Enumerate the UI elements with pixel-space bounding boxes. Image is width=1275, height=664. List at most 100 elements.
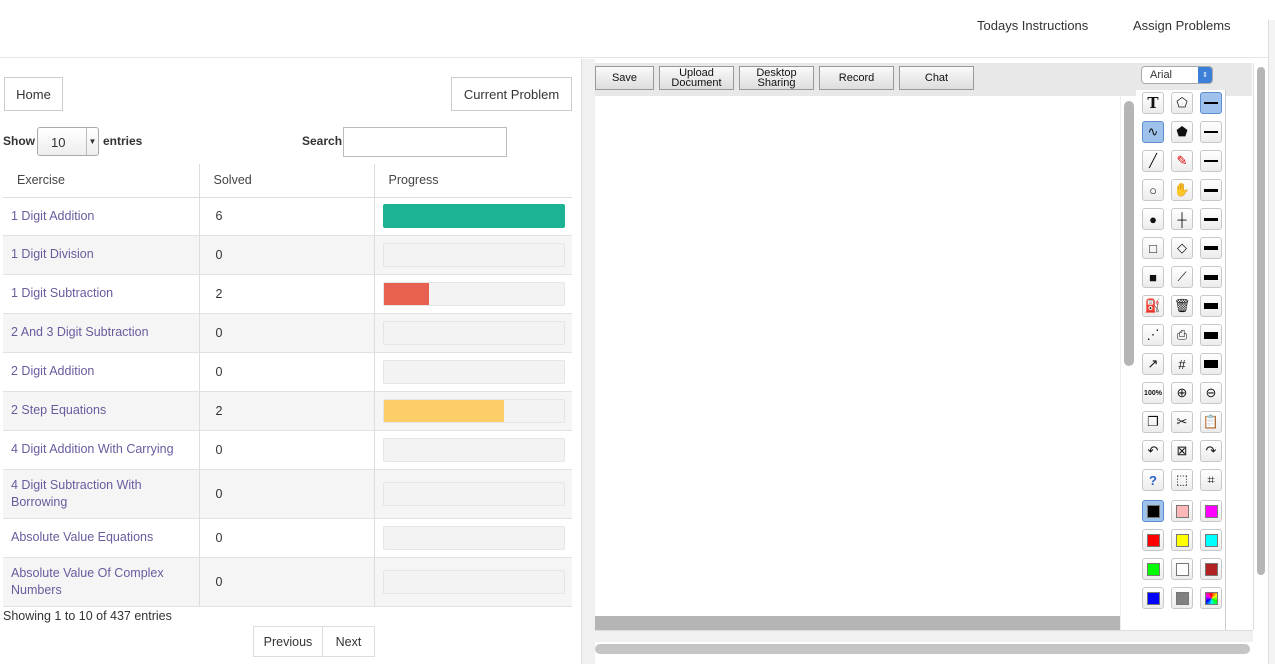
line-weight-6-icon[interactable] xyxy=(1200,237,1222,259)
scroll-thumb[interactable] xyxy=(1257,67,1265,575)
record-button[interactable]: Record xyxy=(819,66,894,90)
column-header-solved[interactable]: Solved xyxy=(199,164,375,198)
dotted-line-icon[interactable]: ⋰ xyxy=(1142,324,1164,346)
color-swatch-fill xyxy=(1146,591,1160,605)
color-swatch[interactable] xyxy=(1171,529,1193,551)
color-swatch[interactable] xyxy=(1142,500,1164,522)
line-weight-2-icon[interactable] xyxy=(1200,121,1222,143)
text-icon[interactable]: T xyxy=(1142,92,1164,114)
exercise-link[interactable]: 4 Digit Subtraction With Borrowing xyxy=(11,477,199,511)
color-swatch-fill xyxy=(1175,591,1189,605)
panel-divider[interactable] xyxy=(581,59,595,664)
current-problem-button[interactable]: Current Problem xyxy=(451,77,572,111)
color-swatch[interactable] xyxy=(1142,587,1164,609)
chat-button[interactable]: Chat xyxy=(899,66,974,90)
pentagon-outline-icon[interactable]: ⬠ xyxy=(1171,92,1193,114)
pentagon-filled-icon[interactable]: ⬟ xyxy=(1171,121,1193,143)
exercise-link[interactable]: 1 Digit Division xyxy=(11,246,199,263)
copy-icon[interactable]: ❐ xyxy=(1142,411,1164,433)
desktop-sharing-button[interactable]: Desktop Sharing xyxy=(739,66,814,90)
upload-document-button[interactable]: Upload Document xyxy=(659,66,734,90)
exercise-link[interactable]: 1 Digit Subtraction xyxy=(11,285,199,302)
line-weight-5-icon[interactable] xyxy=(1200,208,1222,230)
color-swatch[interactable] xyxy=(1200,500,1222,522)
canvas-vertical-scrollbar[interactable] xyxy=(1120,96,1136,630)
grid-icon[interactable]: # xyxy=(1171,353,1193,375)
zoom-out-icon[interactable]: ⊖ xyxy=(1200,382,1222,404)
zoom-100-icon[interactable]: 100% xyxy=(1142,382,1164,404)
crop-icon[interactable]: ⌗ xyxy=(1200,469,1222,491)
scroll-thumb[interactable] xyxy=(1124,101,1134,366)
color-swatch[interactable] xyxy=(1142,558,1164,580)
select-icon[interactable]: ⬚ xyxy=(1171,469,1193,491)
todays-instructions-link[interactable]: Todays Instructions xyxy=(977,18,1088,33)
circle-outline-icon[interactable]: ○ xyxy=(1142,179,1164,201)
exercise-link[interactable]: 4 Digit Addition With Carrying xyxy=(11,441,199,458)
canvas-horizontal-scrollbar[interactable] xyxy=(595,616,1120,630)
printer-icon[interactable]: ⎙ xyxy=(1171,324,1193,346)
line-weight-9-icon[interactable] xyxy=(1200,324,1222,346)
color-swatch[interactable] xyxy=(1200,587,1222,609)
zoom-in-icon[interactable]: ⊕ xyxy=(1171,382,1193,404)
exercise-link[interactable]: 1 Digit Addition xyxy=(11,208,199,225)
whiteboard-horizontal-scrollbar[interactable] xyxy=(595,644,1250,654)
exercise-link[interactable]: Absolute Value Equations xyxy=(11,529,199,546)
rectangle-filled-icon[interactable]: ■ xyxy=(1142,266,1164,288)
hand-icon[interactable]: ✋ xyxy=(1171,179,1193,201)
solved-count: 0 xyxy=(215,486,223,501)
save-button[interactable]: Save xyxy=(595,66,654,90)
clear-icon[interactable]: ⊠ xyxy=(1171,440,1193,462)
line-weight-8-icon[interactable] xyxy=(1200,295,1222,317)
color-swatch[interactable] xyxy=(1171,558,1193,580)
line-icon[interactable]: ╱ xyxy=(1142,150,1164,172)
column-header-progress[interactable]: Progress xyxy=(374,164,572,198)
exercise-link[interactable]: 2 And 3 Digit Subtraction xyxy=(11,324,199,341)
progress-bar xyxy=(382,437,565,462)
eyedropper-icon[interactable]: ⟋ xyxy=(1171,266,1193,288)
assign-problems-link[interactable]: Assign Problems xyxy=(1133,18,1231,33)
line-weight-sample xyxy=(1204,102,1218,104)
paste-icon[interactable]: 📋 xyxy=(1200,411,1222,433)
color-swatch[interactable] xyxy=(1142,529,1164,551)
column-header-exercise[interactable]: Exercise xyxy=(3,164,200,198)
marker-icon[interactable]: ✎ xyxy=(1171,150,1193,172)
arrow-icon[interactable]: ↗ xyxy=(1142,353,1164,375)
drawing-canvas[interactable] xyxy=(595,96,1120,616)
redo-icon[interactable]: ↷ xyxy=(1200,440,1222,462)
solved-count: 0 xyxy=(215,325,223,340)
curve-icon[interactable]: ∿ xyxy=(1142,121,1164,143)
color-swatch[interactable] xyxy=(1200,558,1222,580)
search-input[interactable] xyxy=(343,127,507,157)
table-row: 1 Digit Addition 6 xyxy=(3,197,572,236)
line-weight-1-icon[interactable] xyxy=(1200,92,1222,114)
exercise-link[interactable]: Absolute Value Of Complex Numbers xyxy=(11,565,199,599)
font-select[interactable]: Arial ⇕ xyxy=(1141,66,1213,84)
line-weight-10-icon[interactable] xyxy=(1200,353,1222,375)
crosshair-icon[interactable]: ┼ xyxy=(1171,208,1193,230)
whiteboard-vertical-scrollbar[interactable] xyxy=(1253,63,1267,630)
progress-cell xyxy=(374,352,572,392)
exercise-link[interactable]: 2 Digit Addition xyxy=(11,363,199,380)
entries-select[interactable]: 10 ▼ xyxy=(37,127,99,156)
home-button[interactable]: Home xyxy=(4,77,63,111)
circle-filled-icon[interactable]: ● xyxy=(1142,208,1164,230)
exercise-link[interactable]: 2 Step Equations xyxy=(11,402,199,419)
next-button[interactable]: Next xyxy=(323,626,375,657)
help-icon[interactable]: ? xyxy=(1142,469,1164,491)
line-weight-4-icon[interactable] xyxy=(1200,179,1222,201)
progress-bar xyxy=(382,242,565,267)
color-swatch[interactable] xyxy=(1200,529,1222,551)
previous-button[interactable]: Previous xyxy=(253,626,323,657)
color-swatch[interactable] xyxy=(1171,500,1193,522)
cut-icon[interactable]: ✂ xyxy=(1171,411,1193,433)
color-swatch-fill xyxy=(1146,504,1160,518)
eraser-icon[interactable]: ◇ xyxy=(1171,237,1193,259)
line-weight-sample xyxy=(1204,131,1218,133)
line-weight-3-icon[interactable] xyxy=(1200,150,1222,172)
paint-bucket-icon[interactable]: ⛽ xyxy=(1142,295,1164,317)
rectangle-outline-icon[interactable]: □ xyxy=(1142,237,1164,259)
undo-icon[interactable]: ↶ xyxy=(1142,440,1164,462)
line-weight-7-icon[interactable] xyxy=(1200,266,1222,288)
color-swatch[interactable] xyxy=(1171,587,1193,609)
trash-icon[interactable]: 🗑 xyxy=(1171,295,1193,317)
